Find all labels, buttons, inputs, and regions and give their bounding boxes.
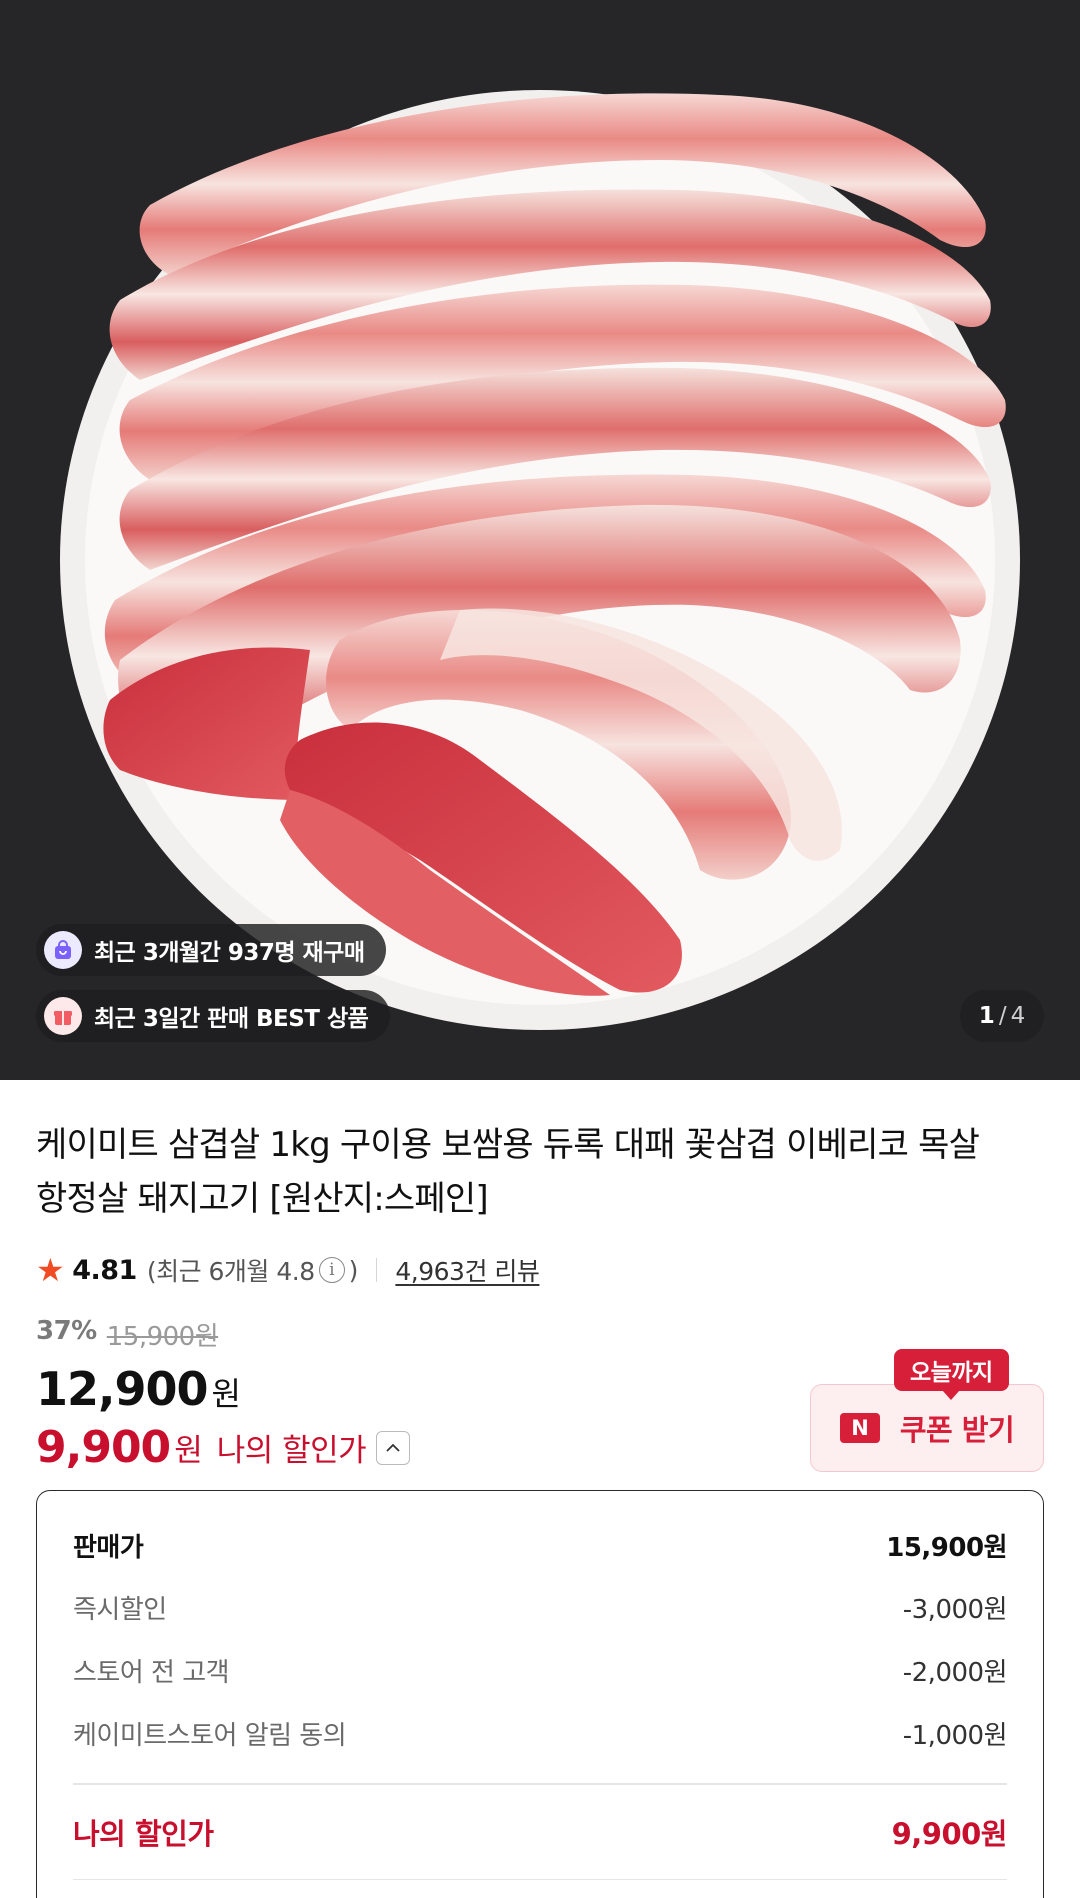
image-counter: 1 / 4 [960, 990, 1044, 1042]
naver-n-icon: N [839, 1413, 880, 1443]
breakdown-row-notification-discount: 케이미트스토어 알림 동의 -1,000원 [73, 1702, 1008, 1765]
breakdown-label: 즉시할인 [73, 1595, 167, 1625]
rating-row: ★ 4.81 (최근 6개월 4.8 i ) 4,963건 리뷰 [36, 1250, 540, 1290]
sale-price: 12,900 [36, 1362, 209, 1416]
breakdown-row-instant-discount: 즉시할인 -3,000원 [73, 1576, 1008, 1639]
recent-rating: (최근 6개월 4.8 [146, 1257, 315, 1286]
breakdown-total-amount: 9,900원 [891, 1816, 1008, 1851]
shopping-bag-icon [44, 931, 82, 969]
my-discount-price-unit: 원 [174, 1433, 203, 1469]
breakdown-row-list-price: 판매가 15,900원 [73, 1514, 1007, 1576]
breakdown-total-label: 나의 할인가 [73, 1816, 214, 1851]
product-title: 케이미트 삼겹살 1kg 구이용 보쌈용 듀록 대패 꽃삼겹 이베리코 목살 항… [36, 1125, 980, 1219]
sale-price-row: 12,900 원 [36, 1362, 241, 1416]
image-counter-current: 1 [978, 1003, 995, 1029]
rating-score: 4.81 [72, 1254, 137, 1286]
my-discount-price-label: 나의 할인가 [216, 1433, 367, 1469]
get-coupon-button[interactable]: N 쿠폰 받기 [810, 1384, 1044, 1472]
best-seller-badge-text: 최근 3일간 판매 BEST 상품 [94, 1006, 369, 1032]
breakdown-amount: -3,000원 [902, 1595, 1008, 1625]
best-seller-badge: 최근 3일간 판매 BEST 상품 [36, 990, 391, 1042]
recent-rating-close: ) [348, 1255, 359, 1285]
product-image-carousel[interactable]: 최근 3개월간 937명 재구매 최근 3일간 판매 BEST 상품 1 / 4 [0, 0, 1080, 1080]
chevron-up-icon[interactable] [376, 1430, 411, 1465]
star-icon: ★ [36, 1251, 65, 1289]
breakdown-row-store-discount: 스토어 전 고객 -2,000원 [73, 1639, 1008, 1702]
breakdown-amount: -2,000원 [902, 1658, 1008, 1688]
price-breakdown-panel: 판매가 15,900원 즉시할인 -3,000원 스토어 전 고객 -2,000… [36, 1490, 1044, 1898]
breakdown-label: 케이미트스토어 알림 동의 [73, 1721, 347, 1751]
get-coupon-label: 쿠폰 받기 [899, 1413, 1015, 1447]
review-count-link[interactable]: 4,963건 리뷰 [395, 1252, 540, 1288]
breakdown-label: 스토어 전 고객 [73, 1658, 230, 1688]
repurchase-badge: 최근 3개월간 937명 재구매 [36, 924, 387, 976]
breakdown-label: 판매가 [73, 1532, 144, 1563]
breakdown-amount: -1,000원 [902, 1721, 1008, 1751]
original-price-row: 37% 15,900원 [36, 1316, 219, 1353]
my-discount-price: 9,900 [36, 1422, 171, 1473]
coupon-deadline-badge: 오늘까지 [894, 1349, 1009, 1400]
pork-belly-image [60, 90, 1020, 1030]
image-counter-total: 4 [1010, 1003, 1026, 1029]
breakdown-amount: 15,900원 [886, 1532, 1007, 1563]
original-price: 15,900원 [106, 1322, 219, 1352]
sale-price-unit: 원 [211, 1375, 241, 1413]
breakdown-row-total: 나의 할인가 9,900원 [73, 1785, 1008, 1879]
gift-box-icon [44, 997, 82, 1035]
discount-percent: 37% [36, 1316, 97, 1346]
divider [375, 1258, 378, 1282]
my-discount-price-row[interactable]: 9,900 원 나의 할인가 [36, 1422, 411, 1473]
repurchase-badge-text: 최근 3개월간 937명 재구매 [94, 940, 365, 966]
info-icon[interactable]: i [318, 1257, 345, 1283]
divider [73, 1878, 1007, 1880]
image-counter-separator: / [998, 1003, 1007, 1029]
